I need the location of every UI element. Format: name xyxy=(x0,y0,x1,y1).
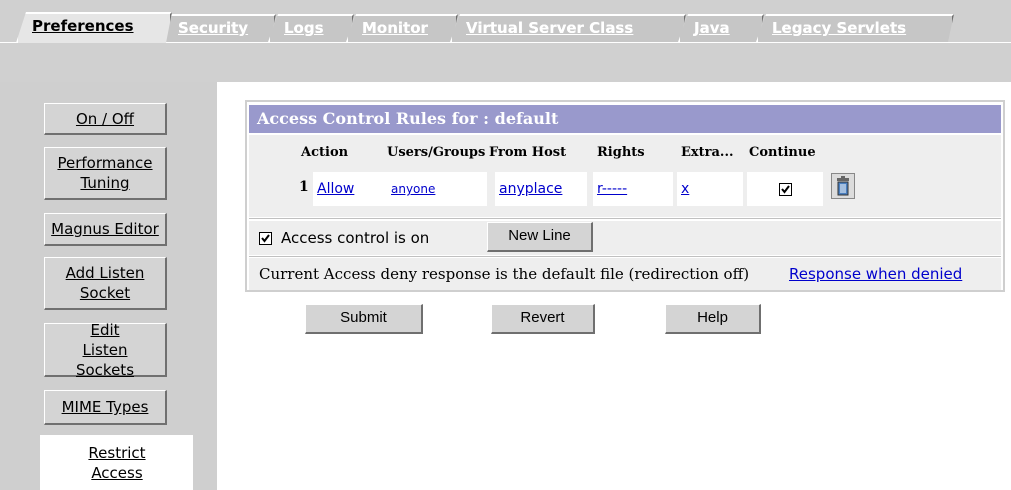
tab-monitor[interactable]: Monitor xyxy=(346,14,458,42)
divider xyxy=(249,256,1001,257)
new-line-button[interactable]: New Line xyxy=(487,222,593,252)
column-header: From Host xyxy=(489,145,567,160)
tab-legacy-servlets[interactable]: Legacy Servlets xyxy=(756,14,954,42)
divider xyxy=(249,218,1001,219)
sidebar-item-performance-tuning[interactable]: Performance Tuning xyxy=(44,147,167,200)
revert-button[interactable]: Revert xyxy=(491,304,595,334)
access-control-label: Access control is on xyxy=(281,229,430,247)
sidebar-item-label: Add Listen Socket xyxy=(65,264,145,302)
tab-preferences[interactable]: Preferences xyxy=(16,12,172,43)
deny-response-text: Current Access deny response is the defa… xyxy=(259,265,750,283)
main-content: Access Control Rules for : default Actio… xyxy=(217,82,1011,490)
sidebar-item-mime-types[interactable]: MIME Types xyxy=(44,390,167,425)
tab-bar: Preferences Security Logs Monitor Virtua… xyxy=(0,0,1011,82)
column-header: Continue xyxy=(749,145,816,160)
sidebar-item-restrict-access[interactable]: Restrict Access xyxy=(40,435,193,490)
sidebar-item-label: Magnus Editor xyxy=(51,220,159,238)
sidebar-item-label: On / Off xyxy=(75,109,135,128)
row-number: 1 xyxy=(299,179,309,195)
column-header: Action xyxy=(301,145,349,160)
sidebar-item-label: Edit Listen Sockets xyxy=(75,320,135,379)
sidebar-item-add-listen-socket[interactable]: Add Listen Socket xyxy=(44,257,167,310)
sidebar-item-magnus-editor[interactable]: Magnus Editor xyxy=(44,213,167,246)
continue-cell xyxy=(747,172,823,206)
trash-icon[interactable] xyxy=(831,173,855,199)
sidebar-item-label: MIME Types xyxy=(61,398,149,416)
extra-link[interactable]: x xyxy=(677,172,743,206)
tab-java[interactable]: Java xyxy=(678,14,764,42)
sidebar: On / Off Performance Tuning Magnus Edito… xyxy=(0,82,217,490)
tab-security[interactable]: Security xyxy=(162,14,276,42)
sidebar-item-label: Performance Tuning xyxy=(57,154,153,192)
users-link[interactable]: anyone xyxy=(387,172,487,206)
sidebar-item-edit-listen-sockets[interactable]: Edit Listen Sockets xyxy=(44,320,167,379)
access-control-row: Access control is on New Line xyxy=(249,221,1001,255)
access-control-checkbox[interactable] xyxy=(259,232,272,245)
column-header: Extra... xyxy=(681,145,734,160)
submit-button[interactable]: Submit xyxy=(305,304,423,334)
help-button[interactable]: Help xyxy=(665,304,761,334)
from-host-link[interactable]: anyplace xyxy=(495,172,587,206)
rights-link[interactable]: r----- xyxy=(593,172,673,206)
column-header: Rights xyxy=(597,145,645,160)
acl-rules: Action Users/Groups From Host Rights Ext… xyxy=(249,135,1001,217)
tab-logs[interactable]: Logs xyxy=(268,14,354,42)
sidebar-item-on-off[interactable]: On / Off xyxy=(44,103,167,135)
continue-checkbox[interactable] xyxy=(778,182,792,196)
tab-virtual-server-class[interactable]: Virtual Server Class xyxy=(450,14,686,42)
acl-title: Access Control Rules for : default xyxy=(249,105,1001,133)
column-header: Users/Groups xyxy=(387,145,486,160)
acl-table: Access Control Rules for : default Actio… xyxy=(245,100,1005,292)
action-link[interactable]: Allow xyxy=(313,172,395,206)
sidebar-item-label: Restrict Access xyxy=(88,444,146,482)
deny-response-row: Current Access deny response is the defa… xyxy=(249,258,1001,290)
response-when-denied-link[interactable]: Response when denied xyxy=(789,265,962,283)
